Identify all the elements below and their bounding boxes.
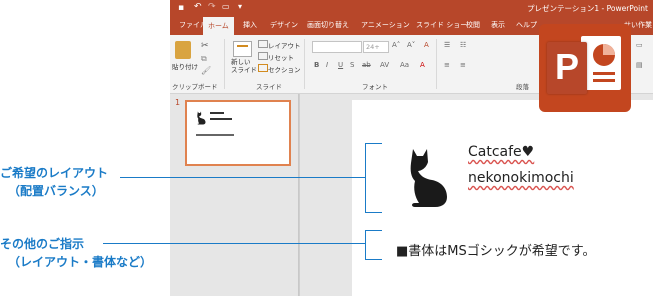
drawing-icon[interactable]: ▭	[636, 41, 643, 49]
font-color-button[interactable]: A	[420, 61, 425, 69]
new-slide-icon[interactable]	[233, 41, 252, 57]
callout-layout-bracket	[365, 143, 382, 213]
grow-font-icon[interactable]: A˄	[392, 41, 400, 49]
reset-button[interactable]: リセット	[268, 52, 294, 62]
new-slide-label[interactable]: 新しい スライド	[231, 58, 257, 74]
align-left-icon[interactable]: ≡	[444, 61, 450, 69]
tab-view[interactable]: 表示	[491, 20, 505, 30]
clear-format-icon[interactable]: A	[424, 41, 429, 49]
divider	[436, 39, 437, 89]
numbering-icon[interactable]: ☷	[460, 41, 466, 49]
thumbnail-title-line	[210, 112, 224, 114]
slide-thumbnail[interactable]	[185, 100, 291, 166]
bold-button[interactable]: B	[314, 61, 319, 69]
logo-p-tile: P	[547, 42, 587, 94]
logo-page	[581, 36, 621, 90]
callout-layout-line-2: （配置バランス）	[8, 184, 104, 198]
logo-letter: P	[555, 46, 580, 87]
powerpoint-logo-icon: P	[539, 24, 631, 112]
copy-icon[interactable]: ⧉	[201, 54, 207, 64]
bullets-icon[interactable]: ☰	[444, 41, 450, 49]
pane-border	[299, 94, 300, 296]
tab-help[interactable]: ヘルプ	[516, 20, 537, 30]
divider	[224, 39, 225, 89]
divider	[304, 39, 305, 89]
redo-icon[interactable]: ↷	[208, 2, 216, 12]
format-painter-icon[interactable]: 🖌	[201, 66, 211, 75]
change-case-button[interactable]: Aa	[400, 61, 409, 69]
callout-other-bracket	[365, 230, 382, 260]
logo-line	[593, 72, 615, 75]
reset-icon	[258, 52, 268, 60]
slide-body-text[interactable]: ■書体はMSゴシックが希望です。	[396, 240, 595, 259]
title-bar: ▪ ↶ ↷ ▭ ▾ プレゼンテーション1 - PowerPoint	[170, 0, 653, 17]
layout-button[interactable]: レイアウト	[268, 40, 301, 50]
slide-title-line-1[interactable]: Catcafe♥	[468, 144, 534, 160]
strikethrough-button[interactable]: ab	[362, 61, 371, 69]
callout-layout-leader	[120, 177, 365, 178]
section-button[interactable]: セクション	[268, 64, 301, 74]
slides-group-label: スライド	[256, 83, 282, 91]
thumbnail-body-line	[196, 134, 234, 136]
paragraph-group-label: 段落	[516, 83, 529, 91]
font-size-box[interactable]: 24+	[363, 41, 389, 53]
callout-other-leader	[103, 243, 365, 244]
tab-transitions[interactable]: 画面切り替え	[307, 20, 349, 30]
slide[interactable]: Catcafe♥ nekonokimochi ■書体はMSゴシックが希望です。	[352, 100, 653, 296]
arrange-icon[interactable]: ▤	[636, 61, 643, 69]
cat-thumbnail-icon	[197, 111, 206, 125]
slide-canvas: Catcafe♥ nekonokimochi ■書体はMSゴシックが希望です。	[299, 94, 653, 296]
thumbnail-number: 1	[175, 98, 181, 107]
undo-icon[interactable]: ↶	[194, 2, 202, 12]
font-group-label: フォント	[362, 83, 388, 91]
callout-layout-line-1: ご希望のレイアウト	[0, 166, 109, 180]
cut-icon[interactable]: ✂	[201, 41, 209, 51]
logo-pie-slice	[603, 44, 615, 55]
align-center-icon[interactable]: ≡	[460, 61, 466, 69]
new-slide-icon-bar	[237, 45, 248, 47]
paste-label[interactable]: 貼り付け	[172, 61, 198, 71]
paste-icon[interactable]	[175, 41, 191, 59]
tab-home[interactable]: ホーム	[203, 17, 234, 35]
save-icon[interactable]: ▪	[178, 3, 184, 13]
thumbnail-title-line	[210, 118, 232, 120]
callout-other-line-2: （レイアウト・書体など）	[8, 255, 153, 269]
tab-review[interactable]: 校閲	[466, 20, 480, 30]
slide-title-line-2[interactable]: nekonokimochi	[468, 170, 574, 186]
char-spacing-button[interactable]: AV	[380, 61, 389, 69]
layout-icon	[258, 40, 268, 48]
shadow-button[interactable]: S	[350, 61, 354, 69]
thumbnail-pane: 1	[170, 94, 299, 296]
window-title: プレゼンテーション1 - PowerPoint	[527, 4, 648, 13]
tab-animations[interactable]: アニメーション	[361, 20, 410, 30]
shrink-font-icon[interactable]: A˅	[407, 41, 415, 49]
start-slideshow-icon[interactable]: ▭	[222, 2, 230, 11]
italic-button[interactable]: I	[326, 61, 328, 69]
section-icon	[258, 64, 268, 72]
font-name-box[interactable]	[312, 41, 362, 53]
callout-other-line-1: その他のご指示	[0, 237, 85, 251]
tab-slideshow[interactable]: スライド ショー	[416, 20, 467, 30]
underline-button[interactable]: U	[338, 61, 343, 69]
logo-line	[593, 79, 615, 82]
customize-qat-icon[interactable]: ▾	[238, 2, 242, 11]
cat-silhouette-icon	[410, 149, 447, 207]
tab-design[interactable]: デザイン	[270, 20, 298, 30]
clipboard-group-label: クリップボード	[172, 83, 218, 91]
tab-insert[interactable]: 挿入	[243, 20, 257, 30]
